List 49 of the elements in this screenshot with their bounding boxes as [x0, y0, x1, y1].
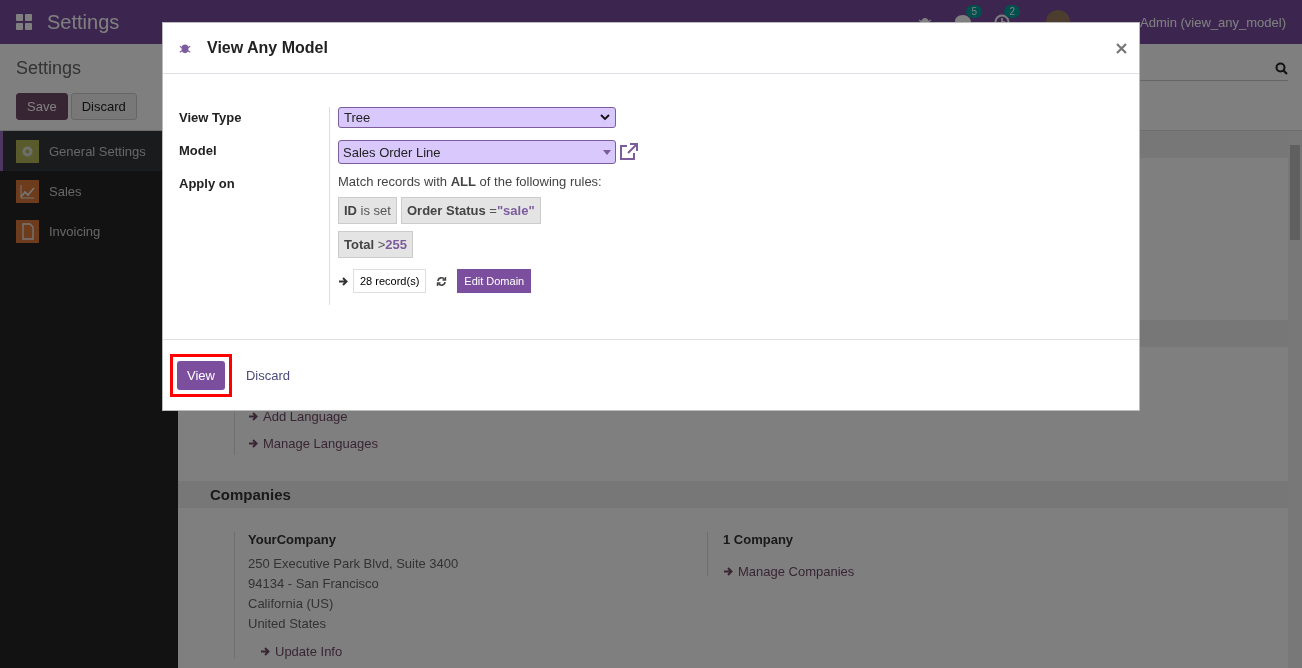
- address-line: 250 Executive Park Blvd, Suite 3400: [248, 556, 460, 571]
- caret-icon: [603, 149, 611, 155]
- count-badge: 2: [1004, 5, 1021, 18]
- page-title: Settings: [16, 58, 83, 79]
- settings-link[interactable]: Manage Companies: [723, 564, 855, 579]
- arrow-icon: [338, 275, 349, 287]
- arrow-icon: [260, 646, 271, 657]
- discard-button[interactable]: Discard: [245, 360, 301, 390]
- model-field[interactable]: Sales Order Line: [338, 140, 616, 164]
- edit-domain-button[interactable]: Edit Domain: [457, 269, 532, 293]
- external-link-icon[interactable]: [618, 143, 638, 161]
- scrollbar[interactable]: [1288, 131, 1302, 668]
- settings-link[interactable]: Add Language: [248, 409, 1288, 424]
- domain-description: Match records with ALL of the following rules:: [338, 174, 603, 189]
- company-name: YourCompany: [248, 532, 337, 547]
- section-title: Companies: [210, 486, 291, 503]
- search-icon[interactable]: [1275, 61, 1288, 75]
- sidebar-item[interactable]: Sales: [0, 171, 178, 211]
- record-count-button[interactable]: 28 record(s): [353, 269, 427, 293]
- address-line: United States: [248, 616, 328, 631]
- view-type-select[interactable]: Tree: [338, 107, 616, 128]
- document-icon: [16, 219, 39, 243]
- close-icon[interactable]: [1116, 42, 1127, 54]
- chart-icon: [16, 179, 39, 203]
- refresh-icon[interactable]: [436, 275, 448, 287]
- settings-link[interactable]: Manage Languages: [248, 436, 1288, 451]
- app-title: Settings: [47, 10, 120, 34]
- company-count: 1 Company: [723, 532, 795, 547]
- user-name[interactable]: Admin (view_any_model): [1140, 14, 1286, 30]
- arrow-icon: [248, 411, 259, 422]
- dialog-title: View Any Model: [207, 39, 328, 57]
- count-badge: 5: [966, 5, 983, 18]
- field-label: View Type: [179, 110, 243, 126]
- apps-menu-icon[interactable]: [16, 14, 32, 30]
- gear-icon: [16, 139, 39, 163]
- arrow-icon: [723, 566, 734, 577]
- view-button[interactable]: View: [177, 360, 225, 390]
- address-line: 94134 - San Francisco: [248, 576, 380, 591]
- arrow-icon: [248, 438, 259, 449]
- field-label: Apply on: [179, 176, 236, 192]
- address-line: California (US): [248, 596, 335, 611]
- chevron-icon: [600, 114, 610, 121]
- field-label: Model: [179, 143, 218, 159]
- save-button[interactable]: Save: [16, 93, 68, 120]
- settings-link[interactable]: Update Info: [260, 644, 707, 659]
- bug-icon: [179, 42, 191, 54]
- scrollbar-thumb[interactable]: [1290, 145, 1300, 240]
- discard-button[interactable]: Discard: [70, 93, 137, 120]
- sidebar-item[interactable]: Invoicing: [0, 211, 178, 251]
